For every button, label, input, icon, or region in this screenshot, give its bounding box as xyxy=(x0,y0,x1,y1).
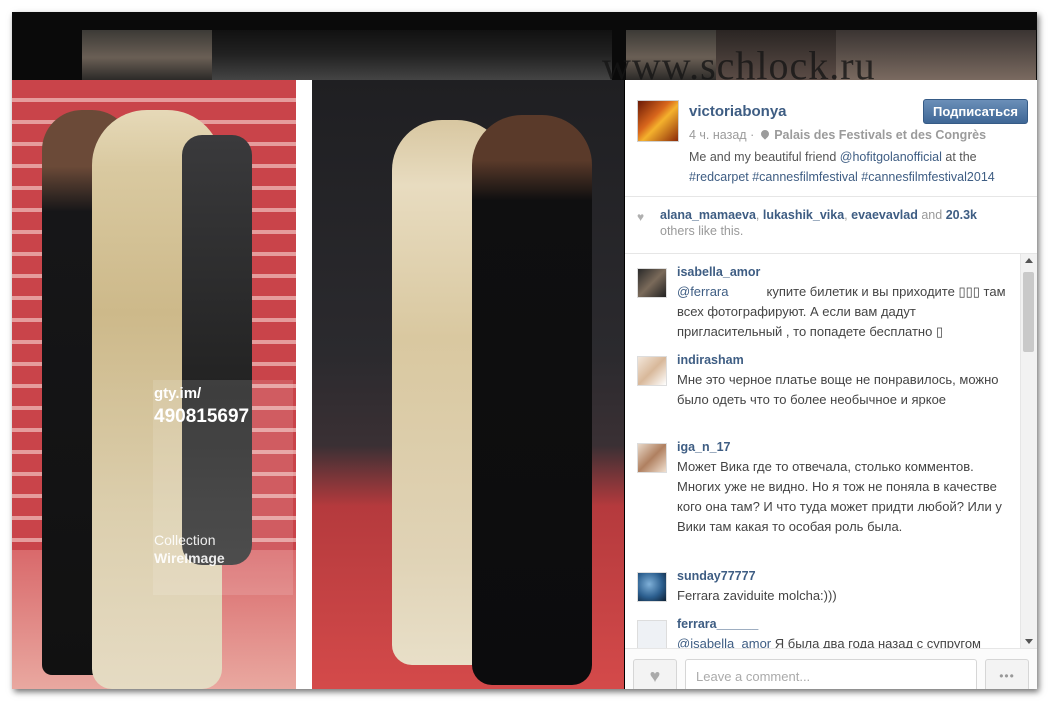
window-frame: gty.im/ 490815697 Collection WireImage w… xyxy=(12,12,1037,689)
caption-text-middle: at the xyxy=(941,150,977,164)
comment-username[interactable]: indirasham xyxy=(677,353,744,367)
post-time[interactable]: 4 ч. назад xyxy=(689,128,747,142)
scroll-thumb[interactable] xyxy=(1023,272,1034,352)
scroll-up-arrow-icon[interactable] xyxy=(1025,258,1033,263)
thumbnail xyxy=(82,30,212,80)
comment-avatar[interactable] xyxy=(637,268,667,298)
comment-username[interactable]: sunday77777 xyxy=(677,569,756,583)
comments-scrollbar[interactable] xyxy=(1020,254,1037,648)
comment-input[interactable] xyxy=(685,659,977,689)
likes-count[interactable]: 20.3k xyxy=(946,208,977,222)
caption-hashtags[interactable]: #redcarpet #cannesfilmfestival #cannesfi… xyxy=(689,170,995,184)
comment-username[interactable]: ferrara______ xyxy=(677,617,758,631)
comment-text: Ferrara zaviduite molcha:))) xyxy=(677,588,837,603)
getty-collection-label: Collection xyxy=(154,532,216,548)
comment-mention[interactable]: @isabella_amor xyxy=(677,636,771,648)
likes-others: others like this. xyxy=(660,224,744,238)
comment-avatar[interactable] xyxy=(637,620,667,648)
comment-item: sunday77777 Ferrara zaviduite molcha:))) xyxy=(625,566,1020,606)
comment-footer: ♥ ••• xyxy=(625,648,1037,689)
comment-avatar[interactable] xyxy=(637,356,667,386)
comment-username[interactable]: iga_n_17 xyxy=(677,440,731,454)
caption-text: Me and my beautiful friend xyxy=(689,150,840,164)
comment-item: indirasham Мне это черное платье воще не… xyxy=(625,350,1020,430)
post-meta: 4 ч. назад · Palais des Festivals et des… xyxy=(689,128,986,142)
comment-avatar[interactable] xyxy=(637,572,667,602)
avatar[interactable] xyxy=(637,100,679,142)
follow-button[interactable]: Подписаться xyxy=(923,99,1028,124)
getty-site: gty.im/ xyxy=(154,385,202,402)
liker-link[interactable]: evaevavlad xyxy=(851,208,918,222)
comment-item: iga_n_17 Может Вика где то отвечала, сто… xyxy=(625,437,1020,557)
liker-link[interactable]: lukashik_vika xyxy=(763,208,844,222)
comment-item: isabella_amor @ferrara купите билетик и в… xyxy=(625,262,1020,342)
likes-and: and xyxy=(921,208,943,222)
comment-text: Мне это черное платье воще не понравилос… xyxy=(677,372,999,407)
more-options-icon: ••• xyxy=(999,669,1015,683)
likes-section: ♥ alana_mamaeva, lukashik_vika, evaevavl… xyxy=(625,197,1037,253)
figure-black-gown xyxy=(472,115,592,685)
comment-avatar[interactable] xyxy=(637,443,667,473)
comment-text: Может Вика где то отвечала, столько комм… xyxy=(677,459,1002,534)
post-location[interactable]: Palais des Festivals et des Congrès xyxy=(774,128,986,142)
like-button[interactable]: ♥ xyxy=(633,659,677,689)
getty-collection-name: WireImage xyxy=(154,550,225,566)
caption-mention[interactable]: @hofitgolanofficial xyxy=(840,150,942,164)
comment-text: @isabella_amor Я была два года назад с с… xyxy=(677,634,1017,648)
top-strip xyxy=(12,12,1037,80)
thumbnail xyxy=(212,30,612,80)
scroll-down-arrow-icon[interactable] xyxy=(1025,639,1033,644)
comment-item: ferrara______ @isabella_amor Я была два … xyxy=(625,614,1020,648)
liker-link[interactable]: alana_mamaeva xyxy=(660,208,756,222)
comments-list: isabella_amor @ferrara купите билетик и в… xyxy=(625,254,1037,648)
heart-icon: ♥ xyxy=(637,210,645,224)
post-caption: Me and my beautiful friend @hofitgolanof… xyxy=(689,147,1034,187)
getty-id: 490815697 xyxy=(154,406,250,427)
likes-text: alana_mamaeva, lukashik_vika, evaevavlad… xyxy=(660,208,977,238)
post-photo[interactable]: gty.im/ 490815697 Collection WireImage xyxy=(12,80,624,689)
post-header: victoriabonya Подписаться 4 ч. назад · P… xyxy=(625,80,1037,196)
meta-separator: · xyxy=(750,128,758,142)
comment-text: @ferrara купите билетик и вы приходите ▯▯… xyxy=(677,284,1006,339)
location-pin-icon xyxy=(761,130,769,140)
heart-icon: ♥ xyxy=(649,665,661,686)
comment-username[interactable]: isabella_amor xyxy=(677,265,760,279)
post-sidebar: victoriabonya Подписаться 4 ч. назад · P… xyxy=(625,80,1037,689)
post-username[interactable]: victoriabonya xyxy=(689,103,787,120)
more-options-button[interactable]: ••• xyxy=(985,659,1029,689)
comment-mention[interactable]: @ferrara xyxy=(677,284,729,299)
